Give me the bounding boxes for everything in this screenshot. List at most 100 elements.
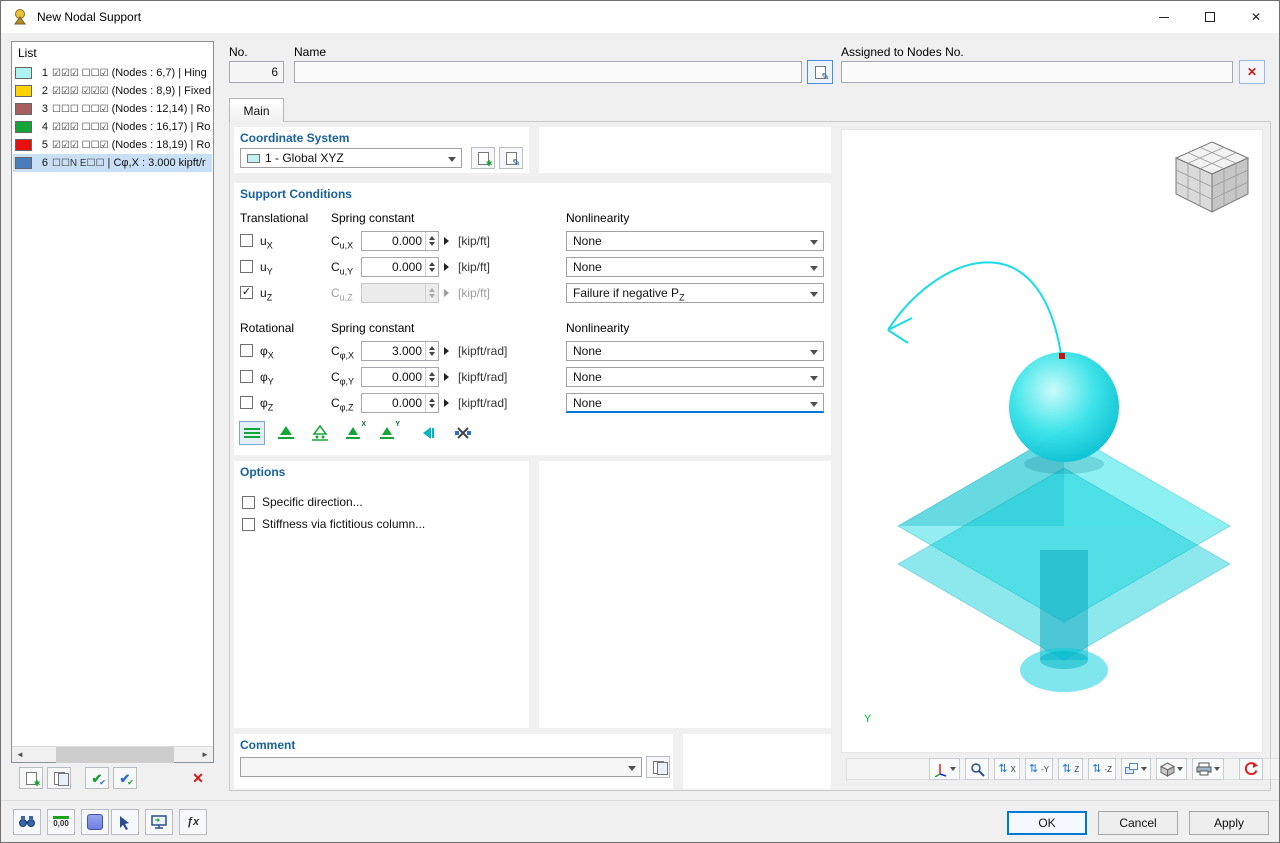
binoculars-icon: [19, 816, 35, 827]
display-properties-button[interactable]: [81, 809, 109, 835]
list-item-2[interactable]: 2 ☑☑☑ ☑☑☑ (Nodes : 8,9) | Fixed: [13, 82, 212, 100]
isometric-view-button[interactable]: [1156, 758, 1187, 780]
tab-label: Main: [243, 103, 270, 118]
empty-box-middle: [539, 461, 831, 728]
specific-direction-checkbox[interactable]: [242, 495, 255, 509]
uz-spinner-arrows: [425, 284, 438, 302]
horizontal-scrollbar[interactable]: ◄ ►: [12, 746, 213, 763]
ux-nonlinearity-select[interactable]: None: [566, 231, 824, 251]
zoom-mode-button[interactable]: [965, 758, 990, 780]
ux-checkbox[interactable]: [240, 234, 253, 247]
name-input[interactable]: [294, 61, 802, 83]
delete-icon: ✕: [192, 770, 204, 786]
navigation-cube[interactable]: [1174, 141, 1250, 213]
uy-checkbox[interactable]: [240, 260, 253, 273]
phiy-spring-input[interactable]: 0.000: [361, 367, 439, 387]
fit-z-button[interactable]: ⇅ Z: [1058, 758, 1084, 780]
list-item-6-selected[interactable]: 6 ☐☐N E☐☐ | Cφ,X : 3.000 kipft/r: [13, 154, 212, 172]
decimal-places-button[interactable]: 0,00: [47, 809, 75, 835]
phix-nonlinearity-select[interactable]: None: [566, 341, 824, 361]
phiy-checkbox[interactable]: [240, 370, 253, 383]
support-preset-hinged-button[interactable]: [273, 421, 299, 445]
check-transfer-button[interactable]: ✔ ✔: [113, 767, 137, 789]
dropdown-arrow-icon: [1177, 767, 1183, 771]
uz-nonlinearity-select[interactable]: Failure if negative PZ: [566, 283, 824, 303]
minimize-button[interactable]: [1141, 1, 1187, 33]
uy-nonlinearity-select[interactable]: None: [566, 257, 824, 277]
phix-checkbox[interactable]: [240, 344, 253, 357]
list-item-1[interactable]: 1 ☑☑☑ ☐☐☑ (Nodes : 6,7) | Hing: [13, 64, 212, 82]
uy-spring-input[interactable]: 0.000: [361, 257, 439, 277]
edit-name-button[interactable]: ✎: [807, 60, 833, 84]
title-bar[interactable]: New Nodal Support ✕: [1, 1, 1279, 33]
support-preset-sliding-button[interactable]: [416, 421, 442, 445]
tab-main[interactable]: Main: [229, 98, 284, 122]
clear-x-icon: [455, 427, 471, 439]
ux-spinner-arrows[interactable]: [425, 232, 438, 250]
assigned-nodes-input[interactable]: [841, 61, 1233, 83]
close-icon: ✕: [1250, 10, 1262, 24]
apply-button[interactable]: Apply: [1189, 811, 1269, 835]
reset-view-button[interactable]: [1239, 758, 1263, 780]
ux-spring-input[interactable]: 0.000: [361, 231, 439, 251]
list-item-5[interactable]: 5 ☑☑☑ ☐☐☑ (Nodes : 18,19) | Ro: [13, 136, 212, 154]
display-mode-button[interactable]: [1121, 758, 1151, 780]
phiz-spring-input[interactable]: 0.000: [361, 393, 439, 413]
maximize-button[interactable]: [1187, 1, 1233, 33]
close-button[interactable]: ✕: [1233, 1, 1279, 33]
support-preset-y-button[interactable]: Y: [375, 421, 401, 445]
support-row-ux: uX Cu,X 0.000 [kip/ft] None: [234, 231, 831, 253]
sliding-support-icon: [423, 427, 434, 439]
fit-minus-y-button[interactable]: ⇅ -Y: [1024, 758, 1054, 780]
fictitious-column-checkbox[interactable]: [242, 517, 255, 531]
phiz-nonlinearity-select[interactable]: None: [566, 393, 824, 413]
full-screen-button[interactable]: [145, 809, 173, 835]
support-preset-x-button[interactable]: X: [341, 421, 367, 445]
phiy-detail-arrow[interactable]: [444, 373, 449, 381]
phiz-checkbox[interactable]: [240, 396, 253, 409]
phiy-spinner-arrows[interactable]: [425, 368, 438, 386]
comment-combobox[interactable]: [240, 757, 642, 777]
uy-spinner-arrows[interactable]: [425, 258, 438, 276]
delete-support-button[interactable]: ✕: [186, 767, 210, 789]
phiz-detail-arrow[interactable]: [444, 399, 449, 407]
phiy-unit-label: [kipft/rad]: [458, 370, 508, 384]
scroll-left-arrow[interactable]: ◄: [12, 747, 28, 763]
uy-detail-arrow[interactable]: [444, 263, 449, 271]
uz-checkbox[interactable]: ✓: [240, 286, 253, 299]
phix-detail-arrow[interactable]: [444, 347, 449, 355]
phiz-spinner-arrows[interactable]: [425, 394, 438, 412]
coordinate-system-select[interactable]: 1 - Global XYZ: [240, 148, 462, 168]
ok-button[interactable]: OK: [1007, 811, 1087, 835]
new-support-button[interactable]: ✱: [19, 767, 43, 789]
function-button[interactable]: ƒx: [179, 809, 207, 835]
select-nodes-button[interactable]: ✕: [1239, 60, 1265, 84]
fit-minus-z-button[interactable]: ⇅ -Z: [1088, 758, 1116, 780]
support-preset-free-button[interactable]: [239, 421, 265, 445]
phix-spinner-arrows[interactable]: [425, 342, 438, 360]
support-preset-roller-button[interactable]: [307, 421, 333, 445]
check-assign-button[interactable]: ✔ ✔: [85, 767, 109, 789]
cancel-button[interactable]: Cancel: [1098, 811, 1178, 835]
phix-spring-input[interactable]: 3.000: [361, 341, 439, 361]
phiy-nonlinearity-select[interactable]: None: [566, 367, 824, 387]
scrollbar-track[interactable]: [28, 746, 197, 763]
ux-detail-arrow[interactable]: [444, 237, 449, 245]
fit-x-button[interactable]: ⇅ X: [994, 758, 1020, 780]
new-coordinate-system-button[interactable]: ✱: [471, 147, 495, 169]
scroll-right-arrow[interactable]: ►: [197, 747, 213, 763]
list-item-4[interactable]: 4 ☑☑☑ ☐☐☑ (Nodes : 16,17) | Ro: [13, 118, 212, 136]
copy-support-button[interactable]: [47, 767, 71, 789]
find-button[interactable]: [13, 809, 41, 835]
color-swatch: [15, 121, 32, 133]
print-button[interactable]: [1192, 758, 1224, 780]
copy-comment-button[interactable]: [646, 756, 670, 778]
view-axes-button[interactable]: [929, 758, 961, 780]
pick-object-button[interactable]: [111, 809, 139, 835]
viewport-3d[interactable]: Y: [841, 129, 1263, 753]
list-item-3[interactable]: 3 ☐☐☐ ☐☐☑ (Nodes : 12,14) | Ro: [13, 100, 212, 118]
select-nodes-icon: ✕: [1246, 65, 1258, 79]
scrollbar-thumb[interactable]: [56, 746, 174, 763]
support-preset-clear-button[interactable]: [450, 421, 476, 445]
edit-coordinate-system-button[interactable]: ✎: [499, 147, 523, 169]
